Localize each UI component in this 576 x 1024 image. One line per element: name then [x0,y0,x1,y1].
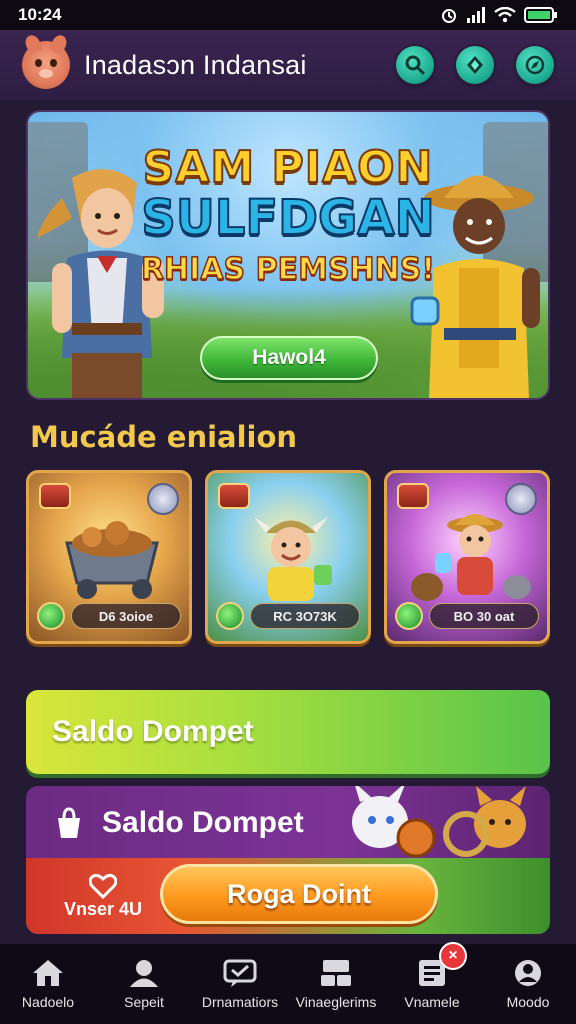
game-card[interactable]: D6 3oioe [26,470,192,644]
wallet-label: Saldo Dompet [52,715,254,748]
shopping-bag-icon [58,807,80,838]
user-icon [130,960,158,987]
wifi-icon [494,7,516,23]
mine-cart-illustration [65,521,159,599]
nav-label: Nadoelo [21,994,75,1010]
profile-icon [515,960,541,986]
diamond-button[interactable] [456,46,494,84]
logo-nose [39,69,53,78]
voucher-button[interactable]: Vnser 4U [48,866,158,926]
battery-icon [524,7,557,23]
nav-item-home[interactable]: Nadoelo [0,958,96,1010]
status-time: 10:24 [18,5,62,24]
gallery-icon [321,960,351,986]
app-title: Inadasɔn Indansai [84,49,307,80]
banner-headline-2: SULFDGAN [140,189,435,247]
bottom-navigation: Nadoelo Sepeit Drnamatiors Vinaeglerims … [0,942,576,1024]
section-title: Mucáde enialion [30,420,298,454]
nav-item-user[interactable]: Sepeit [96,958,192,1010]
heart-icon [89,873,117,899]
diamond-icon [467,56,483,74]
coin-icon [37,602,65,630]
search-icon [405,55,425,75]
card-footer: RC 3O73K [216,601,360,631]
nav-item-chat[interactable]: Drnamatiors [192,958,288,1010]
app-logo[interactable] [22,41,70,89]
promo-panel: Saldo Dompet Vnser 4U Roga Doint [26,786,550,934]
voucher-label: Vnser 4U [63,898,143,919]
nav-label: Sepeit [124,994,164,1010]
hero-banner[interactable]: SAM PIAON SULFDGAN RHIAS PEMSHNS! Hawol4 [26,110,550,400]
compass-button[interactable] [516,46,554,84]
viking-kid-illustration [254,517,332,601]
search-button[interactable] [396,46,434,84]
promo-header: Saldo Dompet [26,786,550,860]
banner-cta-button[interactable]: Hawol4 [200,336,378,380]
coin-icon [395,602,423,630]
explorer-illustration [411,514,531,601]
promo-action-row: Vnser 4U Roga Doint [26,858,550,934]
nav-label: Vinaeglerims [295,994,377,1010]
card-footer: BO 30 oat [395,601,539,631]
game-card[interactable]: RC 3O73K [205,470,371,644]
nav-label: Drnamatiors [201,994,279,1010]
banner-headline-3: RHIAS PEMSHNS! [140,251,436,288]
nav-item-profile[interactable]: Moodo [480,958,576,1010]
game-card[interactable]: BO 30 oat [384,470,550,644]
app-header: Inadasɔn Indansai [0,30,576,100]
mascot-illustration [352,786,526,858]
logo-eye [50,59,57,67]
compass-icon [525,55,545,75]
signal-icon [467,7,485,23]
card-label: BO 30 oat [429,603,539,629]
nav-item-gallery[interactable]: Vinaeglerims [288,958,384,1010]
banner-headline-1: SAM PIAON [142,141,434,194]
status-icons [440,6,558,24]
notification-badge: × [439,942,467,970]
game-card-list: D6 3oioe RC 3O73K BO 30 oat [26,470,550,644]
wallet-balance-bar[interactable]: Saldo Dompet [26,690,550,774]
status-bar: 10:24 [0,0,576,30]
card-label: RC 3O73K [250,603,360,629]
coin-icon [216,602,244,630]
header-actions [396,46,554,84]
card-label: D6 3oioe [71,603,181,629]
home-icon [33,960,63,986]
nav-item-document[interactable]: × Vnamele [384,942,480,1010]
primary-cta-button[interactable]: Roga Doint [160,864,438,924]
chat-icon [223,959,257,987]
alarm-icon [442,9,456,23]
nav-label: Vnamele [404,994,460,1010]
card-footer: D6 3oioe [37,601,181,631]
nav-label: Moodo [506,994,550,1010]
promo-title: Saldo Dompet [102,806,304,839]
logo-eye [35,59,42,67]
